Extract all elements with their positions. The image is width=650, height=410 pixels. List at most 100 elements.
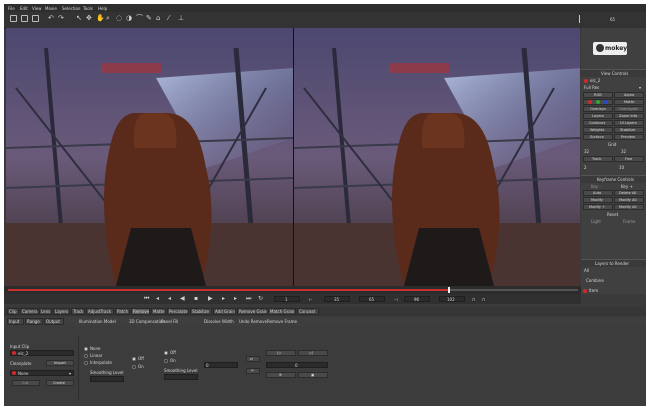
zoom-info-button[interactable]: Zoom Info: [614, 113, 644, 119]
interpolate-option[interactable]: Interpolate: [90, 360, 112, 365]
illumination-model-option[interactable]: Illumination Model: [79, 319, 116, 324]
reset-button[interactable]: Reset: [607, 212, 618, 217]
menu-selection[interactable]: Selection: [62, 6, 80, 11]
value-field[interactable]: 0: [204, 362, 238, 368]
interpolate-radio[interactable]: [84, 361, 88, 365]
select-arrow-icon[interactable]: ↖: [76, 14, 82, 22]
bezier-icon[interactable]: ◌: [116, 14, 122, 22]
key-minus-button[interactable]: Key -: [591, 184, 601, 189]
subtab-range[interactable]: Range: [25, 318, 43, 325]
tab-matte[interactable]: Matte: [151, 308, 166, 315]
start-frame-field[interactable]: 1: [274, 296, 300, 302]
grid-x-value[interactable]: 32: [584, 149, 589, 154]
combine-option[interactable]: Combine: [586, 278, 604, 283]
on-radio-2[interactable]: [164, 359, 168, 363]
transform-icon[interactable]: ✥: [86, 14, 92, 22]
fit-in-icon[interactable]: ⊓: [472, 297, 475, 302]
menu-file[interactable]: File: [8, 6, 15, 11]
loop-icon[interactable]: ↻: [258, 295, 263, 303]
camera-key-button[interactable]: ▣: [298, 372, 328, 378]
red-channel-icon[interactable]: [588, 100, 592, 104]
zoom-icon[interactable]: ⌕: [106, 14, 110, 22]
prev-key-icon[interactable]: ◂: [156, 295, 159, 303]
prev-key-button[interactable]: ⟨◇: [266, 350, 296, 356]
render-all-option[interactable]: All: [584, 268, 589, 273]
fine-button[interactable]: Fine: [614, 156, 644, 162]
off-radio-1[interactable]: [132, 357, 136, 361]
apply-icon[interactable]: ⇄: [246, 356, 260, 362]
tab-camera[interactable]: Camera: [20, 308, 38, 315]
key-plus-button[interactable]: Key +: [621, 184, 633, 189]
out-marker-icon[interactable]: ⊣: [394, 297, 397, 302]
subtab-output[interactable]: Output: [44, 318, 64, 325]
tab-percolate[interactable]: Percolate: [167, 308, 189, 315]
surface-button[interactable]: Surface: [583, 134, 613, 140]
stabilize-view-button[interactable]: Stabilize: [614, 127, 644, 133]
zoom-select[interactable]: Full Res: [584, 85, 599, 90]
next-key-button[interactable]: ◇⟩: [298, 350, 328, 356]
new-file-icon[interactable]: [10, 15, 17, 22]
layers-button[interactable]: Layers: [583, 113, 613, 119]
none-radio[interactable]: [84, 347, 88, 351]
modify-plus-button[interactable]: Modify +: [583, 204, 613, 210]
tab-remove[interactable]: Remove: [131, 308, 150, 315]
menu-help[interactable]: Help: [98, 6, 107, 11]
next-key-icon[interactable]: ▸: [234, 295, 237, 303]
tab-lens[interactable]: Lens: [39, 308, 52, 315]
brush-icon[interactable]: ⌂: [156, 14, 160, 22]
lasso-icon[interactable]: ⌒: [136, 14, 143, 22]
rgb-button[interactable]: RGB: [583, 92, 613, 98]
stop-icon[interactable]: ▪: [194, 295, 198, 303]
tab-stabilize[interactable]: Stabilize: [190, 308, 212, 315]
out-frame-field[interactable]: 96: [404, 296, 430, 302]
fit-out-icon[interactable]: ⊓: [482, 297, 485, 302]
end-frame-field[interactable]: 102: [439, 296, 465, 302]
current-frame-field[interactable]: 65: [359, 296, 385, 302]
tab-adjusttrack[interactable]: AdjustTrack: [86, 308, 114, 315]
undo-remove-option[interactable]: Undo Remove: [239, 319, 267, 324]
play-icon[interactable]: ▶: [208, 295, 213, 303]
green-channel-icon[interactable]: [596, 100, 600, 104]
go-start-icon[interactable]: ⏮: [144, 295, 149, 303]
off-option-1[interactable]: Off: [138, 356, 144, 361]
cleanplate-select[interactable]: None ▾: [10, 370, 74, 376]
off-radio-2[interactable]: [164, 351, 168, 355]
frame-button[interactable]: Frame: [623, 219, 635, 224]
set-key-button[interactable]: ⊕: [266, 372, 296, 378]
overlayed-button[interactable]: Overlayed: [614, 106, 644, 112]
undo-icon[interactable]: ↶: [48, 14, 54, 22]
overlays-button[interactable]: Overlays: [583, 106, 613, 112]
panel-fill-option[interactable]: Panel Fill: [161, 319, 178, 324]
delete-all-button[interactable]: Delete All: [614, 190, 644, 196]
preview-button[interactable]: Preview: [614, 134, 644, 140]
matte-button[interactable]: Matte: [614, 99, 644, 105]
linear-option[interactable]: Linear: [90, 353, 102, 358]
tab-track[interactable]: Track: [71, 308, 85, 315]
menu-view[interactable]: View: [32, 6, 42, 11]
import-button[interactable]: Import: [46, 360, 74, 366]
menu-tools[interactable]: Tools: [83, 6, 93, 11]
in-marker-icon[interactable]: ⊢: [309, 297, 312, 302]
tab-clip[interactable]: Clip: [7, 308, 19, 315]
alpha-button[interactable]: Alpha: [614, 92, 644, 98]
shape-icon[interactable]: ◑: [126, 14, 132, 22]
blue-channel-icon[interactable]: [604, 100, 608, 104]
auto-key-button[interactable]: Auto: [583, 190, 613, 196]
modify-all-button[interactable]: Modify All: [614, 197, 644, 203]
save-icon[interactable]: [32, 15, 39, 22]
playhead[interactable]: [448, 287, 450, 293]
off-option-2[interactable]: Off: [170, 350, 176, 355]
remove-frame-option[interactable]: Remove Frame: [267, 319, 297, 324]
tab-match-grain[interactable]: Match Grain: [268, 308, 296, 315]
linear-radio[interactable]: [84, 354, 88, 358]
tab-conceal[interactable]: Conceal: [297, 308, 319, 315]
open-folder-icon[interactable]: [21, 15, 28, 22]
wand-icon[interactable]: ⁄: [168, 14, 169, 22]
zoom-dropdown-icon[interactable]: ▾: [639, 85, 641, 90]
none-option[interactable]: None: [90, 346, 100, 351]
go-end-icon[interactable]: ⏭: [246, 295, 251, 303]
modify-button[interactable]: Modify: [583, 197, 613, 203]
grid-value-b[interactable]: 10: [619, 165, 624, 170]
subtab-input[interactable]: Input: [7, 318, 24, 325]
on-radio-1[interactable]: [132, 365, 136, 369]
